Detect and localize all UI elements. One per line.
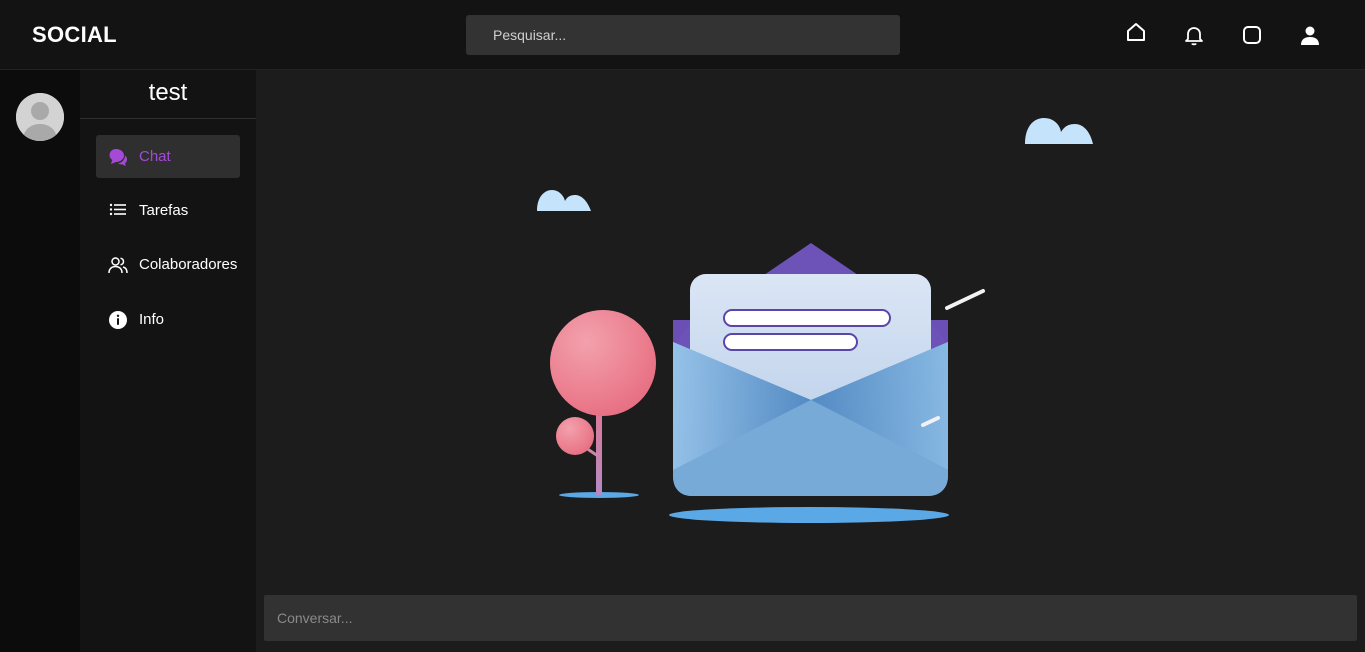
app-logo[interactable]: SOCIAL	[32, 22, 117, 48]
cloud-shape	[537, 190, 591, 211]
nav-item-colaboradores[interactable]: Colaboradores	[96, 243, 240, 286]
nav-item-chat[interactable]: Chat	[96, 135, 240, 178]
info-icon	[108, 310, 128, 330]
top-bar: SOCIAL	[0, 0, 1365, 70]
tree-trunk	[596, 405, 602, 495]
chat-bubble-icon	[108, 147, 128, 167]
envelope-shadow	[669, 507, 949, 523]
square-icon[interactable]	[1240, 23, 1264, 47]
chat-area	[256, 70, 1365, 652]
tree-ball	[550, 310, 656, 416]
tree-ball-small	[556, 417, 594, 455]
home-icon[interactable]	[1124, 20, 1148, 44]
side-panel: test Chat Tarefas Colaboradores Info	[80, 70, 256, 652]
avatar[interactable]	[16, 93, 64, 141]
nav-item-label: Chat	[139, 148, 171, 165]
nav-item-label: Info	[139, 311, 165, 328]
search-input[interactable]	[466, 15, 900, 55]
left-rail	[0, 70, 80, 652]
bell-icon[interactable]	[1182, 23, 1206, 47]
list-icon	[108, 201, 128, 221]
cloud-shape	[1025, 118, 1093, 144]
panel-divider	[80, 118, 256, 119]
users-icon	[108, 255, 128, 275]
default-avatar-icon	[16, 93, 64, 141]
nav-item-info[interactable]: Info	[96, 298, 240, 341]
panel-title: test	[148, 79, 188, 106]
chat-message-input[interactable]	[264, 595, 1357, 641]
sparkle-line	[945, 289, 985, 310]
empty-inbox-illustration	[537, 118, 1093, 523]
nav-item-label: Tarefas	[139, 202, 189, 219]
nav-item-label: Colaboradores	[139, 256, 238, 273]
user-icon[interactable]	[1298, 23, 1322, 47]
nav-item-tarefas[interactable]: Tarefas	[96, 189, 240, 232]
